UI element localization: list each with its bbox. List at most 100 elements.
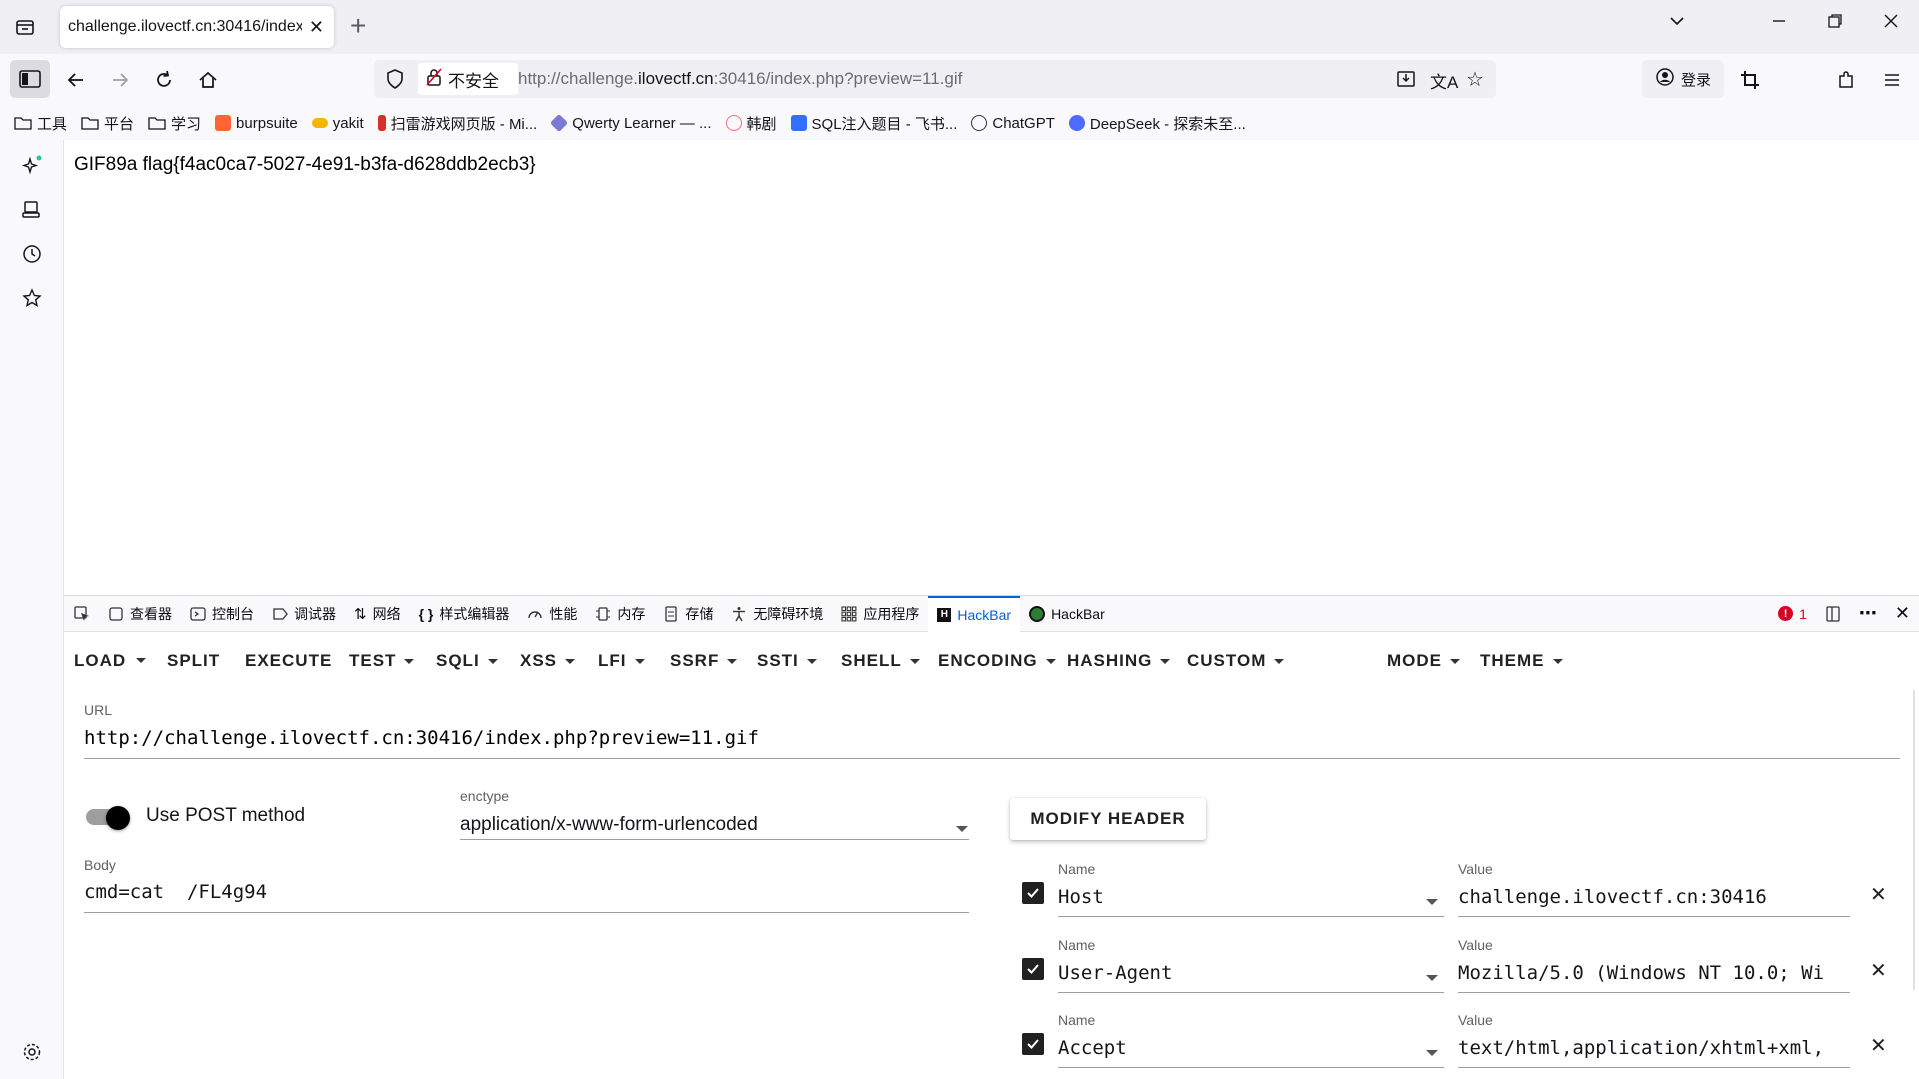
save-page-icon[interactable] xyxy=(1396,69,1416,94)
tab-storage[interactable]: 存储 xyxy=(654,596,722,632)
tab-performance[interactable]: 性能 xyxy=(518,596,586,632)
header-value-input[interactable]: text/html,application/xhtml+xml, xyxy=(1458,1037,1850,1059)
hashing-menu[interactable]: HASHING xyxy=(1067,651,1171,671)
tab-hackbar-active[interactable]: H HackBar xyxy=(928,595,1021,632)
tab-hackbar-2[interactable]: HackBar xyxy=(1020,596,1114,632)
remove-header-icon[interactable]: ✕ xyxy=(1870,958,1887,983)
shield-icon[interactable] xyxy=(386,69,404,94)
bookmark-star-icon[interactable]: ☆ xyxy=(1466,67,1484,92)
theme-menu[interactable]: THEME xyxy=(1480,651,1563,671)
remove-header-icon[interactable]: ✕ xyxy=(1870,1033,1887,1058)
insecure-indicator[interactable]: 不安全 xyxy=(418,63,518,95)
bookmark-deepseek[interactable]: DeepSeek - 探索未至... xyxy=(1068,113,1246,134)
header-name-input[interactable]: Accept xyxy=(1058,1037,1127,1059)
bookmark-folder-study[interactable]: 学习 xyxy=(148,113,201,134)
back-icon[interactable] xyxy=(62,66,90,94)
modify-header-button[interactable]: MODIFY HEADER xyxy=(1010,798,1206,840)
sqli-menu[interactable]: SQLI xyxy=(436,651,498,671)
load-dropdown-caret[interactable] xyxy=(134,658,146,663)
devtools-close-icon[interactable]: ✕ xyxy=(1886,596,1919,632)
tab-overflow-chevron-icon[interactable] xyxy=(1668,12,1686,36)
url-text[interactable]: http://challenge.ilovectf.cn:30416/index… xyxy=(518,69,962,89)
settings-gear-icon[interactable] xyxy=(20,1040,44,1064)
bookmark-folder-platform[interactable]: 平台 xyxy=(81,113,134,134)
header-value-input[interactable]: Mozilla/5.0 (Windows NT 10.0; Wi xyxy=(1458,962,1850,984)
encoding-menu[interactable]: ENCODING xyxy=(938,651,1056,671)
bookmark-burpsuite[interactable]: burpsuite xyxy=(215,115,298,132)
hackbar-url-input[interactable]: http://challenge.ilovectf.cn:30416/index… xyxy=(84,727,759,749)
translate-icon[interactable]: 文A xyxy=(1430,68,1458,93)
element-picker-icon[interactable] xyxy=(64,596,99,632)
tab-style-editor[interactable]: { } 样式编辑器 xyxy=(410,596,519,632)
restore-icon[interactable] xyxy=(1826,12,1844,36)
reload-icon[interactable] xyxy=(150,66,178,94)
login-button[interactable]: 登录 xyxy=(1642,60,1724,98)
minimize-icon[interactable] xyxy=(1770,12,1788,36)
test-menu[interactable]: TEST xyxy=(349,651,415,671)
extensions-icon[interactable] xyxy=(1832,66,1860,94)
body-input[interactable]: cmd=cat /FL4g94 xyxy=(84,881,267,903)
custom-menu[interactable]: CUSTOM xyxy=(1187,651,1285,671)
remove-header-icon[interactable]: ✕ xyxy=(1870,882,1887,907)
mode-menu[interactable]: MODE xyxy=(1387,651,1460,671)
active-tab[interactable]: challenge.ilovectf.cn:30416/index.php?pr… xyxy=(60,6,334,48)
tab-memory[interactable]: 内存 xyxy=(586,596,654,632)
header-name-dropdown-icon[interactable] xyxy=(1426,1050,1438,1056)
post-method-toggle[interactable] xyxy=(86,806,132,830)
synced-tabs-icon[interactable] xyxy=(20,198,44,222)
close-tab-icon[interactable]: ✕ xyxy=(309,17,324,38)
header-name-input[interactable]: User-Agent xyxy=(1058,962,1172,984)
error-count-badge[interactable]: ! 1 xyxy=(1769,596,1816,632)
screenshot-crop-icon[interactable] xyxy=(1736,66,1764,94)
bookmark-kdrama[interactable]: 韩剧 xyxy=(725,113,777,134)
header-name-dropdown-icon[interactable] xyxy=(1426,975,1438,981)
header-enabled-checkbox[interactable] xyxy=(1022,1033,1044,1055)
devtools-more-icon[interactable]: ⋯ xyxy=(1850,596,1886,632)
ai-chatbot-icon[interactable] xyxy=(20,154,44,178)
bookmarks-star-icon[interactable] xyxy=(20,286,44,310)
xss-menu[interactable]: XSS xyxy=(520,651,576,671)
load-button[interactable]: LOAD xyxy=(74,651,126,671)
menu-label: TEST xyxy=(349,651,397,670)
lfi-menu[interactable]: LFI xyxy=(598,651,645,671)
bookmark-label: burpsuite xyxy=(236,114,298,132)
dock-side-icon[interactable] xyxy=(1816,596,1850,632)
menu-icon[interactable] xyxy=(1878,66,1906,94)
split-button[interactable]: SPLIT xyxy=(167,651,220,671)
hackbar-scrollbar[interactable] xyxy=(1913,690,1915,990)
tab-application[interactable]: 应用程序 xyxy=(832,596,928,632)
enctype-select[interactable]: application/x-www-form-urlencoded xyxy=(460,814,758,836)
tab-network[interactable]: ⇅ 网络 xyxy=(345,596,410,632)
header-enabled-checkbox[interactable] xyxy=(1022,958,1044,980)
tab-list-icon[interactable] xyxy=(12,14,38,40)
url-bar[interactable]: 不安全 http://challenge.ilovectf.cn:30416/i… xyxy=(374,60,1496,98)
url-suffix: :30416/index.php?preview=11.gif xyxy=(713,69,963,88)
ssti-menu[interactable]: SSTI xyxy=(757,651,817,671)
bookmark-folder-tools[interactable]: 工具 xyxy=(14,113,67,134)
execute-button[interactable]: EXECUTE xyxy=(245,651,332,671)
bookmark-feishu-doc[interactable]: SQL注入题目 - 飞书... xyxy=(790,113,957,134)
tab-accessibility[interactable]: 无障碍环境 xyxy=(722,596,832,632)
header-name-dropdown-icon[interactable] xyxy=(1426,899,1438,905)
shell-menu[interactable]: SHELL xyxy=(841,651,920,671)
forward-icon[interactable] xyxy=(106,66,134,94)
sidebar-toggle-icon[interactable] xyxy=(10,60,50,98)
tab-console[interactable]: 控制台 xyxy=(181,596,263,632)
enctype-underline xyxy=(460,839,969,840)
tab-inspector[interactable]: 查看器 xyxy=(99,596,181,632)
ssrf-menu[interactable]: SSRF xyxy=(670,651,738,671)
header-enabled-checkbox[interactable] xyxy=(1022,882,1044,904)
navigation-bar: 不安全 http://challenge.ilovectf.cn:30416/i… xyxy=(0,54,1919,106)
tab-debugger[interactable]: 调试器 xyxy=(263,596,345,632)
bookmark-qwerty[interactable]: Qwerty Learner — ... xyxy=(550,113,712,133)
new-tab-icon[interactable]: + xyxy=(350,12,366,40)
close-window-icon[interactable] xyxy=(1882,12,1900,36)
enctype-dropdown-icon[interactable] xyxy=(956,826,968,832)
bookmark-chatgpt[interactable]: ChatGPT xyxy=(971,115,1055,132)
bookmark-yakit[interactable]: yakit xyxy=(311,115,364,132)
header-name-input[interactable]: Host xyxy=(1058,886,1104,908)
header-value-input[interactable]: challenge.ilovectf.cn:30416 xyxy=(1458,886,1850,908)
home-icon[interactable] xyxy=(194,66,222,94)
history-icon[interactable] xyxy=(20,242,44,266)
bookmark-minesweeper[interactable]: 扫雷游戏网页版 - Mi... xyxy=(377,113,537,134)
